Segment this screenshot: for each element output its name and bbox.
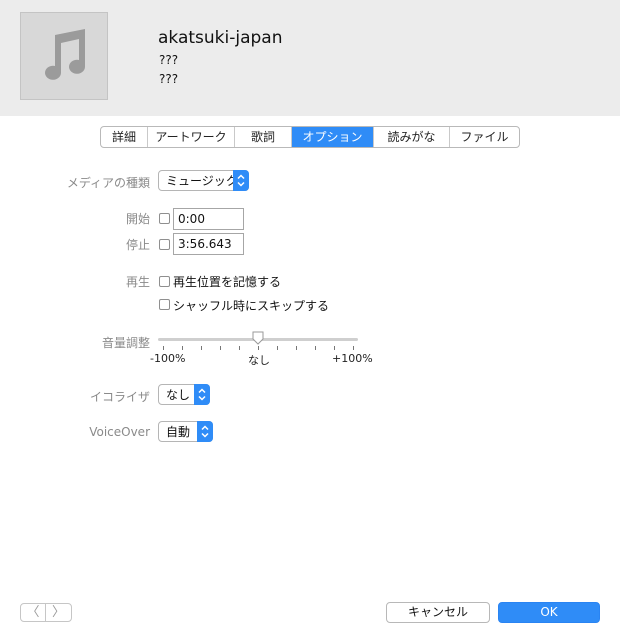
song-title: akatsuki-japan bbox=[158, 28, 283, 48]
popup-arrows-icon bbox=[233, 170, 249, 191]
volume-tick bbox=[334, 346, 335, 350]
volume-tick bbox=[296, 346, 297, 350]
voiceover-value: 自動 bbox=[166, 425, 191, 439]
volume-max-label: +100% bbox=[332, 352, 373, 365]
playback-label: 再生 bbox=[125, 275, 150, 289]
voiceover-popup[interactable]: 自動 bbox=[158, 421, 213, 442]
equalizer-value: なし bbox=[166, 388, 191, 402]
stop-checkbox[interactable] bbox=[159, 239, 170, 250]
stop-label: 停止 bbox=[125, 238, 150, 252]
popup-arrows-icon bbox=[194, 384, 210, 405]
volume-min-label: -100% bbox=[150, 352, 186, 365]
tab-options[interactable]: オプション bbox=[292, 127, 374, 147]
equalizer-popup[interactable]: なし bbox=[158, 384, 210, 405]
tab-sorting[interactable]: 読みがな bbox=[374, 127, 450, 147]
voiceover-label: VoiceOver bbox=[89, 425, 150, 439]
chevron-left-icon[interactable]: 〈 bbox=[21, 604, 46, 621]
cancel-button[interactable]: キャンセル bbox=[386, 602, 490, 623]
volume-tick bbox=[353, 346, 354, 350]
media-kind-popup[interactable]: ミュージック bbox=[158, 170, 249, 191]
stop-time-field[interactable]: 3:56.643 bbox=[173, 233, 244, 255]
volume-tick bbox=[220, 346, 221, 350]
volume-slider-thumb[interactable] bbox=[252, 331, 264, 345]
info-header: akatsuki-japan ??? ??? bbox=[0, 0, 620, 116]
tab-lyrics[interactable]: 歌詞 bbox=[235, 127, 292, 147]
song-album: ??? bbox=[159, 72, 179, 86]
volume-label: 音量調整 bbox=[101, 336, 150, 350]
prev-next-nav: 〈 〉 bbox=[20, 603, 72, 622]
remember-position-label: 再生位置を記憶する bbox=[173, 275, 282, 289]
artwork-placeholder[interactable] bbox=[20, 12, 108, 100]
chevron-right-icon[interactable]: 〉 bbox=[46, 604, 71, 621]
start-label: 開始 bbox=[125, 212, 150, 226]
song-artist: ??? bbox=[159, 53, 179, 67]
tab-artwork[interactable]: アートワーク bbox=[148, 127, 235, 147]
tab-file[interactable]: ファイル bbox=[450, 127, 519, 147]
volume-tick bbox=[315, 346, 316, 350]
skip-shuffle-checkbox[interactable] bbox=[159, 299, 170, 310]
volume-tick bbox=[201, 346, 202, 350]
tab-details[interactable]: 詳細 bbox=[101, 127, 148, 147]
volume-tick bbox=[277, 346, 278, 350]
media-kind-label: メディアの種類 bbox=[66, 176, 150, 190]
music-note-icon bbox=[45, 29, 85, 80]
volume-tick bbox=[239, 346, 240, 350]
popup-arrows-icon bbox=[197, 421, 213, 442]
ok-button[interactable]: OK bbox=[498, 602, 600, 623]
remember-position-checkbox[interactable] bbox=[159, 276, 170, 287]
start-time-field[interactable]: 0:00 bbox=[173, 208, 244, 230]
tab-bar: 詳細 アートワーク 歌詞 オプション 読みがな ファイル bbox=[100, 126, 520, 148]
volume-mid-label: なし bbox=[248, 354, 270, 367]
volume-tick bbox=[258, 346, 259, 350]
volume-tick bbox=[182, 346, 183, 350]
media-kind-value: ミュージック bbox=[166, 174, 238, 188]
skip-shuffle-label: シャッフル時にスキップする bbox=[173, 299, 330, 313]
equalizer-label: イコライザ bbox=[89, 390, 150, 404]
start-checkbox[interactable] bbox=[159, 213, 170, 224]
volume-tick bbox=[163, 346, 164, 350]
